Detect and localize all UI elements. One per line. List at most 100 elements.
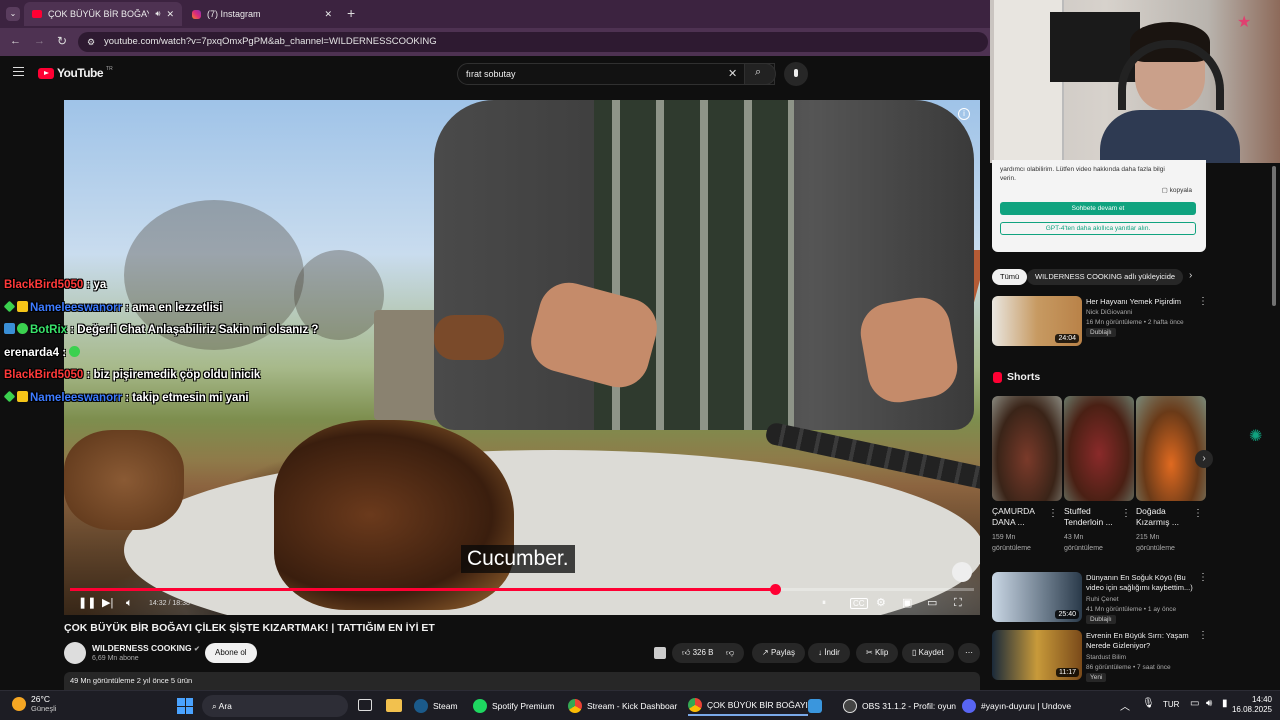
video-title: ÇOK BÜYÜK BİR BOĞAYI ÇİLEK ŞİŞTE KIZARTM… bbox=[64, 622, 435, 634]
more-options-icon[interactable]: ⋮ bbox=[1121, 508, 1131, 519]
video-progress-bar[interactable] bbox=[70, 584, 974, 595]
weather-widget[interactable]: 26°C Güneşli bbox=[12, 694, 56, 714]
file-explorer-icon[interactable] bbox=[386, 699, 402, 712]
dislike-icon[interactable]: 👎︎ bbox=[726, 643, 734, 663]
youtube-header: YouTube TR fırat sobutay ✕ ⌕ bbox=[0, 56, 990, 92]
pause-icon[interactable]: ❚❚ bbox=[78, 596, 96, 610]
search-icon: ⌕ bbox=[212, 701, 217, 711]
description-box[interactable]: 49 Mn görüntüleme 2 yıl önce 5 ürün bbox=[64, 672, 980, 690]
more-options-icon[interactable]: ⋮ bbox=[1193, 508, 1203, 519]
shorts-next-button[interactable]: › bbox=[1195, 450, 1213, 468]
autoplay-toggle-icon[interactable]: ⏸︎ bbox=[822, 596, 826, 610]
site-info-icon[interactable]: ⚙︎ bbox=[87, 32, 95, 52]
video-player[interactable]: i Cucumber. ❚❚ ▶︎| 🔈︎ 14:32 / 18:38 ⏸︎ C… bbox=[64, 100, 980, 615]
network-icon[interactable]: ▭ bbox=[1190, 698, 1199, 709]
taskbar-app-chrome-kick[interactable]: Stream - Kick Dashboar bbox=[568, 696, 677, 716]
thumbs-up-icon: 👍︎ bbox=[682, 648, 691, 657]
task-view-icon[interactable] bbox=[358, 699, 372, 711]
sidebar-scrollbar[interactable] bbox=[1272, 166, 1276, 306]
battery-icon[interactable]: ▮ bbox=[1222, 698, 1228, 709]
continue-chat-button[interactable]: Sohbete devam et bbox=[1000, 202, 1196, 215]
clock[interactable]: 14:40 16.08.2025 bbox=[1228, 695, 1272, 715]
forward-icon[interactable]: → bbox=[34, 35, 45, 47]
speaker-icon[interactable]: 🔊︎ bbox=[155, 9, 160, 19]
reload-icon[interactable]: ↻ bbox=[57, 34, 67, 48]
filter-chip-channel[interactable]: WILDERNESS COOKING adlı yükleyicide bbox=[1027, 269, 1184, 285]
short-thumbnail[interactable] bbox=[1136, 396, 1206, 501]
taskbar-app-obs[interactable]: OBS 31.1.2 - Profil: oyun bbox=[843, 696, 956, 716]
copy-icon: ▢ bbox=[1161, 187, 1168, 194]
taskbar-app-chrome-youtube[interactable]: ÇOK BÜYÜK BİR BOĞAYI bbox=[688, 696, 808, 716]
search-query: fırat sobutay bbox=[466, 69, 516, 79]
chatgpt-extension-icon[interactable]: ✺ bbox=[1249, 426, 1262, 446]
more-actions-button[interactable]: ⋯ bbox=[958, 643, 980, 663]
chevron-right-icon[interactable]: › bbox=[1189, 270, 1192, 281]
copy-button[interactable]: ▢ kopyala bbox=[1162, 186, 1192, 194]
recommended-title[interactable]: Dünyanın En Soğuk Köyü (Bu video için sa… bbox=[1086, 573, 1198, 593]
search-input[interactable]: fırat sobutay ✕ bbox=[457, 63, 775, 85]
subscribe-button[interactable]: Abone ol bbox=[205, 643, 257, 663]
save-button[interactable]: ▯ Kaydet bbox=[902, 643, 954, 663]
recommended-meta: 41 Mn görüntüleme • 1 ay önce bbox=[1086, 606, 1177, 613]
menu-icon[interactable] bbox=[13, 67, 24, 76]
short-title[interactable]: Stuffed Tenderloin ... bbox=[1064, 506, 1118, 528]
share-button[interactable]: ↗ Paylaş bbox=[752, 643, 805, 663]
download-button[interactable]: ↓ İndir bbox=[808, 643, 850, 663]
recommended-thumbnail[interactable]: 25:40 bbox=[992, 572, 1082, 622]
theater-mode-icon[interactable]: ▭ bbox=[927, 596, 937, 610]
recommended-channel[interactable]: Ruhi Çenet bbox=[1086, 595, 1119, 604]
recommended-thumbnail[interactable]: 24:04 bbox=[992, 296, 1082, 346]
short-thumbnail[interactable] bbox=[1064, 396, 1134, 501]
speaker-icon[interactable]: 🔊︎ bbox=[1206, 698, 1212, 709]
taskbar-app-spotify[interactable]: Spotify Premium bbox=[473, 696, 554, 716]
tray-chevron-icon[interactable]: ︿ bbox=[1120, 698, 1130, 713]
tab-close-icon[interactable]: ✕ bbox=[324, 9, 332, 20]
tab-close-icon[interactable]: ✕ bbox=[166, 9, 174, 20]
back-icon[interactable]: ← bbox=[10, 35, 21, 47]
more-options-icon[interactable]: ⋮ bbox=[1048, 508, 1058, 519]
short-thumbnail[interactable] bbox=[992, 396, 1062, 501]
recommended-channel[interactable]: Stardust Bilim bbox=[1086, 653, 1126, 662]
fullscreen-icon[interactable]: ⛶ bbox=[954, 596, 962, 610]
more-options-icon[interactable]: ⋮ bbox=[1198, 572, 1208, 583]
info-icon[interactable]: i bbox=[958, 108, 970, 120]
recommended-thumbnail[interactable]: 11:17 bbox=[992, 630, 1082, 680]
recommended-channel[interactable]: Nick DiGiovanni bbox=[1086, 308, 1132, 317]
search-button[interactable]: ⌕ bbox=[744, 63, 776, 85]
youtube-logo[interactable]: YouTube TR bbox=[38, 66, 113, 80]
more-options-icon[interactable]: ⋮ bbox=[1198, 296, 1208, 307]
like-button[interactable]: 👍︎ 326 B 👎︎ bbox=[672, 643, 744, 663]
taskbar-search[interactable]: ⌕ Ara bbox=[202, 695, 348, 717]
tab-search-icon[interactable]: ⌄ bbox=[6, 7, 20, 21]
recommended-title[interactable]: Her Hayvanı Yemek Pişirdim bbox=[1086, 297, 1198, 307]
short-title[interactable]: ÇAMURDA DANA ... bbox=[992, 506, 1044, 528]
vscode-icon[interactable] bbox=[808, 699, 822, 713]
miniplayer-icon[interactable]: ▣ bbox=[902, 596, 912, 610]
start-button[interactable] bbox=[177, 698, 193, 714]
new-tag: Yeni bbox=[1086, 673, 1107, 682]
microphone-icon[interactable]: 🎙︎ bbox=[1142, 698, 1155, 709]
input-language[interactable]: TUR bbox=[1163, 700, 1179, 709]
new-tab-button[interactable]: + bbox=[347, 5, 355, 21]
channel-name[interactable]: WILDERNESS COOKING ✔︎ bbox=[92, 643, 200, 653]
filter-chip-all[interactable]: Tümü bbox=[992, 269, 1028, 285]
clear-search-icon[interactable]: ✕ bbox=[728, 64, 737, 84]
settings-gear-icon[interactable]: ⚙︎ bbox=[876, 596, 886, 610]
upgrade-button[interactable]: GPT-4'ten daha akıllıca yanıtlar alın. bbox=[1000, 222, 1196, 235]
extension-icon[interactable] bbox=[654, 647, 666, 659]
taskbar-app-steam[interactable]: Steam bbox=[414, 696, 458, 716]
tab-instagram[interactable]: (7) Instagram ✕ bbox=[184, 2, 340, 26]
channel-watermark[interactable] bbox=[952, 562, 972, 582]
tab-youtube[interactable]: ÇOK BÜYÜK BİR BOĞAYI Çİ 🔊︎ ✕ bbox=[24, 2, 182, 26]
taskbar-app-discord[interactable]: #yayın-duyuru | Undove bbox=[962, 696, 1071, 716]
channel-avatar[interactable] bbox=[64, 642, 86, 664]
url-field[interactable]: ⚙︎ youtube.com/watch?v=7pxqOmxPgPM&ab_ch… bbox=[78, 32, 988, 52]
voice-search-button[interactable] bbox=[784, 62, 808, 86]
subtitles-icon[interactable]: CC bbox=[850, 598, 868, 609]
next-icon[interactable]: ▶︎| bbox=[102, 596, 113, 610]
volume-icon[interactable]: 🔈︎ bbox=[126, 596, 133, 610]
short-title[interactable]: Doğada Kızarmış ... bbox=[1136, 506, 1188, 528]
clip-button[interactable]: ✂︎ Klip bbox=[856, 643, 899, 663]
more-options-icon[interactable]: ⋮ bbox=[1198, 630, 1208, 641]
recommended-title[interactable]: Evrenin En Büyük Sırrı: Yaşam Nerede Giz… bbox=[1086, 631, 1198, 651]
